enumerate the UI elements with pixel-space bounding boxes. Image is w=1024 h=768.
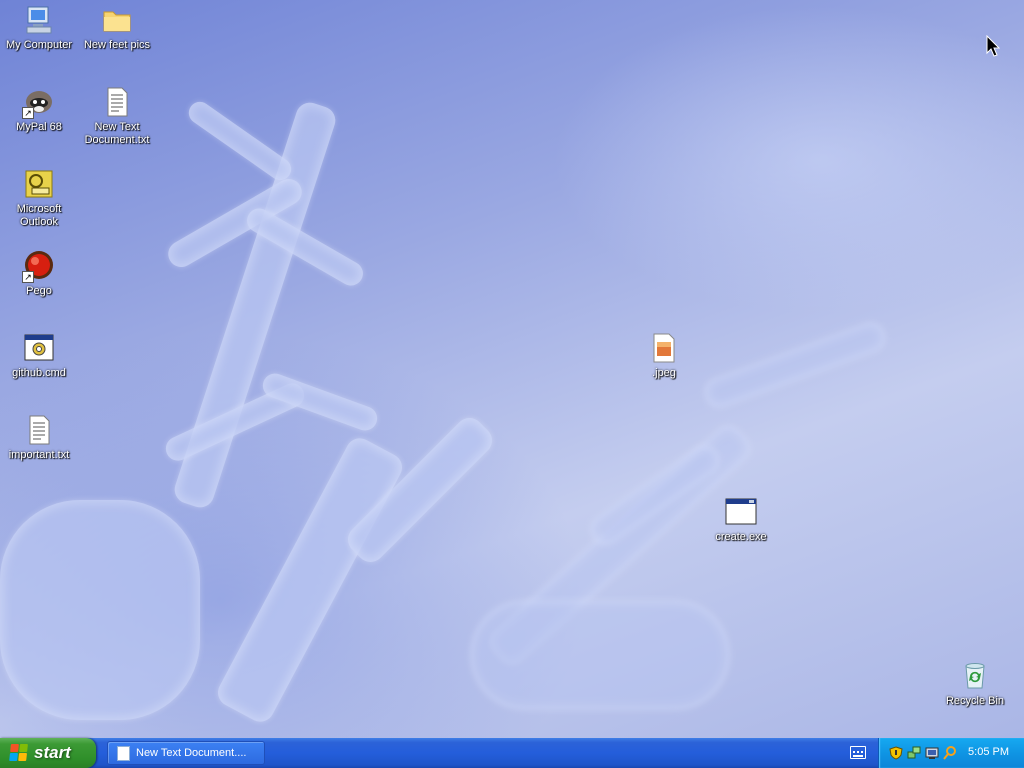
- desktop-icon-label: github.cmd: [12, 367, 66, 379]
- recycle-bin-icon: [959, 660, 991, 692]
- desktop-icon-important-txt[interactable]: important.txt: [1, 414, 77, 462]
- desktop[interactable]: My Computer New feet pics ↗ MyPal 68 New…: [0, 0, 1024, 738]
- desktop-icon-label: Pego: [26, 285, 52, 297]
- text-document-icon: [23, 414, 55, 446]
- desktop-icon-label: create.exe: [715, 531, 767, 543]
- outlook-icon: [23, 168, 55, 200]
- windows-logo-icon: [9, 744, 29, 762]
- system-tray: 5:05 PM: [878, 738, 1024, 768]
- my-computer-icon: [23, 4, 55, 36]
- taskbar-item-new-text-document[interactable]: New Text Document....: [107, 741, 265, 765]
- start-button[interactable]: start: [0, 738, 96, 768]
- desktop-icon-label: .jpeg: [652, 367, 676, 379]
- desktop-icon-label: New Text Document.txt: [84, 121, 150, 146]
- start-label: start: [34, 743, 71, 762]
- monitor-app-icon[interactable]: [925, 746, 939, 760]
- keyboard-language-icon[interactable]: [850, 746, 866, 759]
- clock[interactable]: 5:05 PM: [968, 746, 1009, 758]
- desktop-icon-label: Microsoft Outlook: [16, 203, 62, 228]
- taskbar-item-label: New Text Document....: [136, 747, 247, 759]
- pego-icon: ↗: [22, 250, 55, 283]
- desktop-icon-jpeg[interactable]: .jpeg: [626, 332, 702, 380]
- desktop-icon-new-text-document[interactable]: New Text Document.txt: [79, 86, 155, 147]
- search-magnifier-icon[interactable]: [943, 746, 957, 760]
- desktop-icon-new-feet-pics[interactable]: New feet pics: [79, 4, 155, 52]
- executable-icon: [725, 496, 757, 528]
- taskbar: start New Text Document.... 5:05 PM: [0, 738, 1024, 768]
- desktop-icon-label: important.txt: [8, 449, 70, 461]
- desktop-icon-label: MyPal 68: [16, 121, 62, 133]
- desktop-icon-recycle-bin[interactable]: Recycle Bin: [937, 660, 1013, 708]
- shortcut-arrow-icon: ↗: [22, 107, 34, 119]
- text-document-icon: [101, 86, 133, 118]
- mypal-browser-icon: ↗: [22, 86, 55, 119]
- security-shield-icon[interactable]: [889, 746, 903, 760]
- desktop-icon-label: My Computer: [5, 39, 73, 51]
- network-connection-icon[interactable]: [907, 746, 921, 760]
- image-file-icon: [648, 332, 680, 364]
- desktop-icon-my-computer[interactable]: My Computer: [1, 4, 77, 52]
- desktop-icon-label: Recycle Bin: [945, 695, 1005, 707]
- batch-file-icon: [23, 332, 55, 364]
- desktop-icon-github-cmd[interactable]: github.cmd: [1, 332, 77, 380]
- desktop-icon-microsoft-outlook[interactable]: Microsoft Outlook: [1, 168, 77, 229]
- desktop-icon-label: New feet pics: [83, 39, 151, 51]
- shortcut-arrow-icon: ↗: [22, 271, 34, 283]
- desktop-icon-mypal-68[interactable]: ↗ MyPal 68: [1, 86, 77, 134]
- mouse-cursor-icon: [986, 35, 1000, 57]
- folder-icon: [101, 4, 133, 36]
- desktop-icon-create-exe[interactable]: create.exe: [703, 496, 779, 544]
- notepad-icon: [117, 745, 130, 761]
- desktop-icon-pego[interactable]: ↗ Pego: [1, 250, 77, 298]
